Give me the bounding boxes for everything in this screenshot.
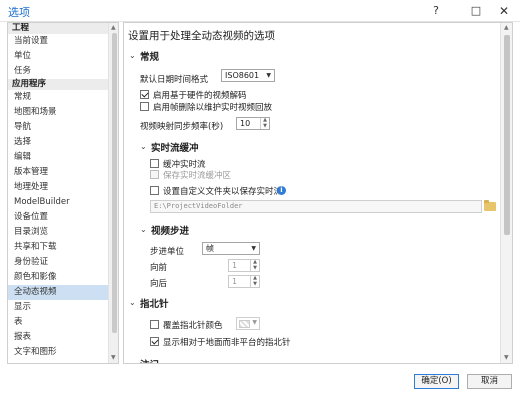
date-format-label: 默认日期时间格式 (140, 75, 209, 85)
custom-folder-checkbox[interactable] (150, 186, 159, 195)
section-compass[interactable]: 指北针 (140, 296, 169, 310)
step-backward-label: 向后 (150, 279, 168, 289)
save-buffer-label: 保存实时流缓冲区 (163, 171, 232, 181)
chevron-down-icon[interactable]: ⌄ (140, 142, 147, 151)
main-scrollbar[interactable]: ▲ ▼ (500, 23, 512, 363)
sidebar-item-modelbuilder[interactable]: ModelBuilder (8, 195, 118, 210)
sync-frequency-value: 10 (240, 119, 251, 128)
sidebar-item-tasks[interactable]: 任务 (8, 64, 118, 79)
sidebar-item-text-graphics[interactable]: 文字和图形 (8, 345, 118, 360)
page-title: 设置用于处理全动态视频的选项 (128, 30, 275, 42)
sidebar-item-general[interactable]: 常规 (8, 90, 118, 105)
info-icon[interactable]: i (277, 186, 286, 195)
sidebar-item-table[interactable]: 表 (8, 315, 118, 330)
save-buffer-checkbox[interactable] (150, 170, 159, 179)
step-backward-value: 1 (232, 277, 238, 286)
show-ground-compass-checkbox[interactable] (150, 337, 159, 346)
scroll-down-icon[interactable]: ▼ (111, 354, 116, 361)
step-forward-label: 向前 (150, 263, 168, 273)
sidebar-item-versioning[interactable]: 版本管理 (8, 165, 118, 180)
main-scroll-thumb[interactable] (504, 35, 510, 235)
title-bar: 选项 ? □ ✕ (0, 0, 520, 22)
scroll-up-icon[interactable]: ▲ (111, 24, 116, 31)
hw-decode-label: 启用基于硬件的视频解码 (153, 91, 247, 101)
date-format-value: ISO8601 (225, 71, 260, 80)
sidebar-item-authentication[interactable]: 身份验证 (8, 255, 118, 270)
section-realtime-buffer[interactable]: 实时流缓冲 (151, 140, 199, 154)
override-compass-color-checkbox[interactable] (150, 320, 159, 329)
compass-color-picker[interactable]: ▼ (236, 317, 260, 330)
sidebar-item-selection[interactable]: 选择 (8, 135, 118, 150)
sidebar-item-geoprocessing[interactable]: 地理处理 (8, 180, 118, 195)
color-swatch-icon (239, 320, 250, 328)
stepper-arrows-icon[interactable]: ▲ ▼ (250, 275, 259, 287)
hw-decode-checkbox[interactable] (140, 90, 149, 99)
chevron-down-icon: ▼ (266, 72, 271, 79)
sidebar-item-map-and-scene[interactable]: 地图和场景 (8, 105, 118, 120)
section-annotation-partial[interactable]: 注记 (140, 357, 159, 363)
scroll-down-icon[interactable]: ▼ (504, 354, 509, 361)
sidebar-item-navigation[interactable]: 导航 (8, 120, 118, 135)
sidebar-group-project: 工程 (8, 23, 118, 34)
sidebar-item-units[interactable]: 单位 (8, 49, 118, 64)
sync-frequency-label: 视频映射同步频率(秒) (140, 122, 224, 132)
step-unit-value: 帧 (206, 244, 214, 253)
chevron-down-icon: ▼ (251, 245, 256, 252)
custom-folder-label: 设置自定义文件夹以保存实时流 (163, 187, 283, 197)
step-backward-stepper[interactable]: 1 ▲ ▼ (228, 275, 260, 288)
stepper-arrows-icon[interactable]: ▲ ▼ (260, 117, 269, 129)
step-unit-dropdown[interactable]: 帧 ▼ (202, 242, 260, 255)
section-video-step[interactable]: 视频步进 (151, 223, 189, 237)
remove-frames-checkbox[interactable] (140, 102, 149, 111)
buffer-stream-checkbox[interactable] (150, 159, 159, 168)
sidebar-item-editing[interactable]: 编辑 (8, 150, 118, 165)
section-general[interactable]: 常规 (140, 49, 159, 63)
sidebar-scroll-thumb[interactable] (112, 33, 117, 333)
help-button[interactable]: ? (422, 2, 450, 20)
scroll-up-icon[interactable]: ▲ (504, 24, 509, 31)
chevron-down-icon: ▼ (252, 319, 257, 326)
maximize-button[interactable]: □ (462, 2, 490, 20)
sidebar-item-color-imagery[interactable]: 颜色和影像 (8, 270, 118, 285)
sidebar-item-catalog-browse[interactable]: 目录浏览 (8, 225, 118, 240)
sidebar-item-display[interactable]: 显示 (8, 300, 118, 315)
sidebar-item-full-motion-video[interactable]: 全动态视频 (8, 285, 118, 300)
chevron-down-icon[interactable]: ⌄ (140, 225, 147, 234)
options-main-panel: 设置用于处理全动态视频的选项 ⌄ 常规 默认日期时间格式 ISO8601 ▼ 启… (123, 22, 513, 364)
step-forward-value: 1 (232, 261, 238, 270)
folder-path-field[interactable]: E:\ProjectVideoFolder (150, 200, 482, 213)
window-title: 选项 (8, 6, 30, 19)
sidebar-item-device-location[interactable]: 设备位置 (8, 210, 118, 225)
sync-frequency-stepper[interactable]: 10 ▲ ▼ (236, 117, 270, 130)
sidebar-item-share-download[interactable]: 共享和下载 (8, 240, 118, 255)
cancel-button[interactable]: 取消 (467, 374, 512, 389)
step-forward-stepper[interactable]: 1 ▲ ▼ (228, 259, 260, 272)
stepper-arrows-icon[interactable]: ▲ ▼ (250, 259, 259, 271)
show-ground-compass-label: 显示相对于地面而非平台的指北针 (163, 338, 291, 348)
date-format-dropdown[interactable]: ISO8601 ▼ (221, 69, 275, 82)
sidebar-group-application: 应用程序 (8, 79, 118, 90)
override-compass-color-label: 覆盖指北针颜色 (163, 321, 223, 331)
ok-button[interactable]: 确定(O) (414, 374, 459, 389)
chevron-down-icon[interactable]: ⌄ (129, 51, 136, 60)
step-unit-label: 步进单位 (150, 247, 185, 257)
close-button[interactable]: ✕ (490, 2, 518, 20)
chevron-down-icon[interactable]: ⌄ (129, 298, 136, 307)
sidebar-item-reports[interactable]: 报表 (8, 330, 118, 345)
sidebar-item-current-settings[interactable]: 当前设置 (8, 34, 118, 49)
folder-browse-icon[interactable] (484, 200, 496, 211)
sidebar-scrollbar[interactable]: ▲ ▼ (108, 23, 118, 363)
remove-frames-label: 启用帧删除以维护实时视频回放 (153, 103, 273, 113)
options-sidebar: 工程 当前设置 单位 任务 应用程序 常规 地图和场景 导航 选择 编辑 版本管… (7, 22, 119, 364)
